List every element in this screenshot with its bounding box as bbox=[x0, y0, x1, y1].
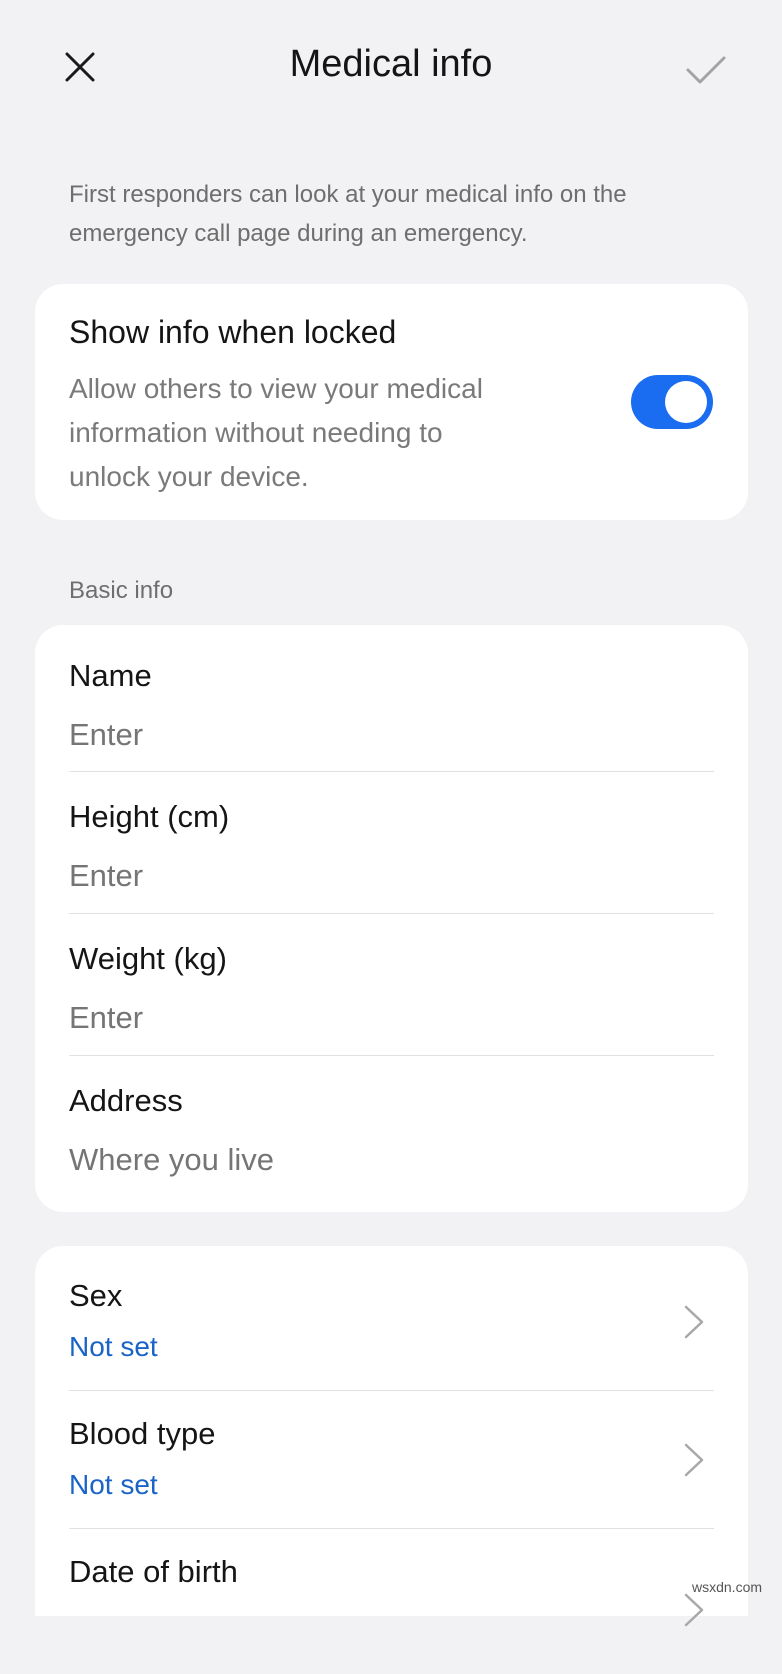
name-input[interactable] bbox=[69, 717, 669, 753]
show-info-when-locked-card: Show info when locked Allow others to vi… bbox=[35, 284, 748, 520]
profile-selectors-card: Sex Not set Blood type Not set Date of b… bbox=[35, 1246, 748, 1627]
save-button[interactable] bbox=[678, 42, 734, 98]
date-of-birth-label: Date of birth bbox=[69, 1554, 238, 1589]
sex-label: Sex bbox=[69, 1278, 123, 1313]
divider bbox=[69, 771, 714, 772]
show-info-when-locked-subtitle: Allow others to view your medical inform… bbox=[69, 367, 569, 499]
divider bbox=[69, 1055, 714, 1056]
page-description: First responders can look at your medica… bbox=[69, 181, 627, 247]
address-input[interactable] bbox=[69, 1142, 669, 1178]
blood-type-row[interactable]: Blood type Not set bbox=[35, 1416, 748, 1536]
basic-info-card: Name Height (cm) Weight (kg) Address bbox=[35, 625, 748, 1212]
show-info-when-locked-title: Show info when locked bbox=[69, 314, 397, 350]
subtitle-line: information without needing to bbox=[69, 417, 443, 448]
sex-value: Not set bbox=[69, 1331, 158, 1362]
height-label: Height (cm) bbox=[69, 799, 230, 834]
address-label: Address bbox=[69, 1083, 183, 1118]
height-input[interactable] bbox=[69, 858, 669, 894]
divider bbox=[69, 913, 714, 914]
watermark: wsxdn.com bbox=[692, 1579, 763, 1595]
weight-label: Weight (kg) bbox=[69, 941, 227, 976]
page-title: Medical info bbox=[289, 43, 493, 85]
chevron-right-icon bbox=[684, 1443, 704, 1477]
name-label: Name bbox=[69, 658, 152, 693]
subtitle-line: unlock your device. bbox=[69, 461, 309, 492]
blood-type-value: Not set bbox=[69, 1469, 158, 1500]
chevron-right-icon bbox=[684, 1593, 704, 1627]
date-of-birth-row[interactable]: Date of birth bbox=[35, 1554, 748, 1674]
toggle-knob bbox=[665, 381, 707, 423]
divider bbox=[69, 1390, 714, 1391]
show-info-when-locked-toggle[interactable] bbox=[631, 375, 713, 429]
check-icon bbox=[686, 56, 726, 84]
top-app-bar: Medical info bbox=[0, 0, 782, 140]
section-label-basic-info: Basic info bbox=[69, 577, 174, 604]
divider bbox=[69, 1528, 714, 1529]
chevron-right-icon bbox=[684, 1305, 704, 1339]
sex-row[interactable]: Sex Not set bbox=[35, 1278, 748, 1398]
subtitle-line: Allow others to view your medical bbox=[69, 373, 483, 404]
blood-type-label: Blood type bbox=[69, 1416, 216, 1451]
weight-input[interactable] bbox=[69, 1000, 669, 1036]
